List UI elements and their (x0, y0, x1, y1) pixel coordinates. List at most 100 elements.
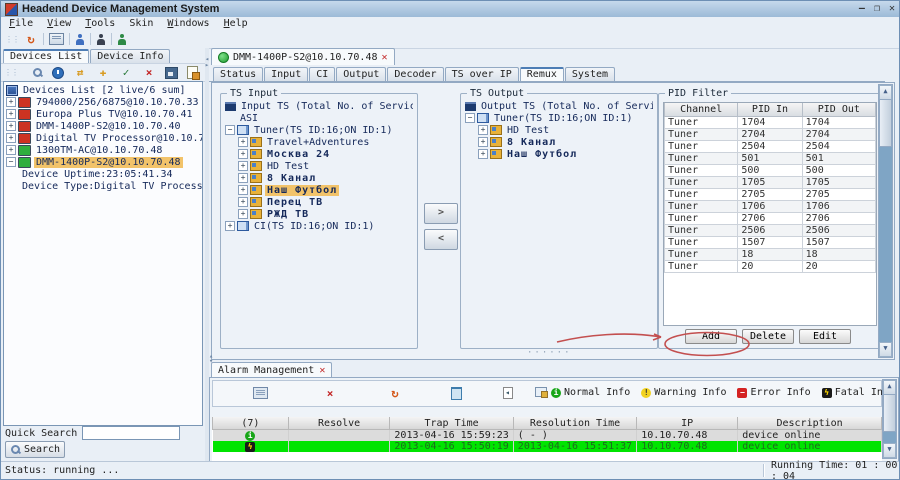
details-icon[interactable] (253, 387, 268, 399)
save-icon[interactable] (165, 67, 178, 79)
device-property[interactable]: Device Type:Digital TV Processor (6, 180, 202, 192)
table-row[interactable]: Tuner1818 (665, 249, 876, 261)
device-property[interactable]: Device Uptime:23:05:41.34 (6, 168, 202, 180)
tree-item[interactable]: Output TS (Total No. of Service:3) (465, 100, 653, 112)
minimize-button[interactable]: – (859, 2, 865, 16)
add-button[interactable]: Add (685, 329, 737, 344)
export-report-icon[interactable] (535, 387, 547, 397)
expander-icon[interactable]: + (478, 125, 488, 135)
tree-item[interactable]: +Перец ТВ (225, 196, 413, 208)
tree-item[interactable]: +8 Канал (225, 172, 413, 184)
scroll-up-icon[interactable]: ▲ (883, 380, 896, 395)
menu-help[interactable]: Help (224, 18, 248, 29)
expander-icon[interactable]: + (6, 133, 16, 143)
clock-icon[interactable] (52, 67, 64, 79)
tree-item[interactable]: +HD Test (465, 124, 653, 136)
alarm-scrollbar[interactable]: ▲ ▼ (882, 379, 897, 459)
sync-icon[interactable]: ⇄ (73, 66, 87, 79)
search-icon[interactable] (32, 67, 43, 78)
expander-icon[interactable]: − (465, 113, 475, 123)
tree-item[interactable]: +Наш Футбол (225, 184, 413, 196)
alarm-management-tab[interactable]: Alarm Management ✕ (211, 362, 332, 378)
device-node[interactable]: +Digital TV Processor@10.10.70.48 (6, 132, 202, 144)
tab-close-icon[interactable]: ✕ (319, 365, 325, 376)
tree-item[interactable]: Input TS (Total No. of Service:14) (225, 100, 413, 112)
expander-icon[interactable]: + (238, 209, 248, 219)
table-row[interactable]: Tuner27062706 (665, 213, 876, 225)
expander-icon[interactable]: + (225, 221, 235, 231)
tab-decoder[interactable]: Decoder (387, 67, 443, 81)
tab-remux[interactable]: Remux (520, 67, 564, 81)
document-tab[interactable]: DMM-1400P-S2@10.10.70.48 ✕ (211, 48, 395, 65)
table-row[interactable]: Tuner15071507 (665, 237, 876, 249)
tree-item[interactable]: +CI(TS ID:16;ON ID:1) (225, 220, 413, 232)
expander-icon[interactable]: + (6, 145, 16, 155)
table-row[interactable]: Tuner17041704 (665, 117, 876, 129)
user-search-icon[interactable] (117, 34, 127, 45)
user-dark-icon[interactable] (96, 34, 106, 45)
apply-icon[interactable]: ✓ (119, 66, 133, 79)
tree-item[interactable]: +Москва 24 (225, 148, 413, 160)
close-button[interactable]: ✕ (889, 2, 895, 16)
user-blue-icon[interactable] (75, 34, 85, 45)
tree-item[interactable]: ASI (225, 112, 413, 124)
table-row[interactable]: Tuner17051705 (665, 177, 876, 189)
maximize-button[interactable]: ❐ (874, 2, 880, 16)
tab-ci[interactable]: CI (309, 67, 335, 81)
table-row[interactable]: Tuner27042704 (665, 129, 876, 141)
alarm-row[interactable]: ϟ2013-04-16 15:50:192013-04-16 15:51:371… (213, 441, 882, 452)
tab-devices-list[interactable]: Devices List (3, 49, 89, 63)
export-file-icon[interactable] (503, 387, 513, 399)
tree-item[interactable]: +Travel+Adventures (225, 136, 413, 148)
table-row[interactable]: Tuner500500 (665, 165, 876, 177)
toolbar-grip[interactable]: ⋮⋮ (4, 68, 18, 77)
delete-icon[interactable]: × (323, 387, 337, 400)
menu-skin[interactable]: Skin (129, 18, 153, 29)
tree-item[interactable]: +HD Test (225, 160, 413, 172)
table-row[interactable]: Tuner25042504 (665, 141, 876, 153)
tree-item[interactable]: −Tuner(TS ID:16;ON ID:1) (225, 124, 413, 136)
table-row[interactable]: Tuner17061706 (665, 201, 876, 213)
menu-view[interactable]: View (47, 18, 71, 29)
refresh-icon[interactable]: ↻ (24, 33, 38, 46)
menu-file[interactable]: File (9, 18, 33, 29)
tree-item[interactable]: −Tuner(TS ID:16;ON ID:1) (465, 112, 653, 124)
device-node[interactable]: +DMM-1400P-S2@10.10.70.40 (6, 120, 202, 132)
tree-item[interactable]: +8 Канал (465, 136, 653, 148)
tab-device-info[interactable]: Device Info (90, 49, 170, 63)
alarm-row[interactable]: i2013-04-16 15:59:23( - )10.10.70.48devi… (213, 430, 882, 442)
remux-scrollbar[interactable]: ▲ ▼ (878, 84, 893, 358)
tab-input[interactable]: Input (264, 67, 308, 81)
expander-icon[interactable]: + (238, 137, 248, 147)
edit-button[interactable]: Edit (799, 329, 851, 344)
table-row[interactable]: Tuner501501 (665, 153, 876, 165)
move-to-output-button[interactable]: > (424, 203, 458, 224)
expander-icon[interactable]: + (238, 149, 248, 159)
tab-ts-over-ip[interactable]: TS over IP (445, 67, 519, 81)
scroll-down-icon[interactable]: ▼ (879, 342, 892, 357)
table-row[interactable]: Tuner25062506 (665, 225, 876, 237)
expander-icon[interactable]: + (238, 197, 248, 207)
device-panel-icon[interactable] (49, 33, 64, 45)
tree-item[interactable]: +РЖД ТВ (225, 208, 413, 220)
device-node[interactable]: −DMM-1400P-S2@10.10.70.48 (6, 156, 202, 168)
expander-icon[interactable]: + (6, 109, 16, 119)
expander-icon[interactable]: − (6, 157, 16, 167)
expander-icon[interactable]: + (6, 121, 16, 131)
expander-icon[interactable]: + (238, 173, 248, 183)
device-node[interactable]: +794000/256/6875@10.10.70.33 (6, 96, 202, 108)
horizontal-splitter[interactable]: ······ (527, 348, 572, 358)
tab-close-icon[interactable]: ✕ (382, 52, 388, 63)
scrollbar-thumb[interactable] (879, 99, 892, 147)
tree-root[interactable]: Devices List [2 live/6 sum] (6, 84, 202, 96)
expander-icon[interactable]: + (238, 185, 248, 195)
expander-icon[interactable]: − (225, 125, 235, 135)
search-button[interactable]: Search (5, 441, 65, 458)
refresh-icon[interactable]: ↻ (388, 387, 402, 400)
tree-item[interactable]: +Наш Футбол (465, 148, 653, 160)
scroll-down-icon[interactable]: ▼ (883, 443, 896, 458)
expander-icon[interactable]: + (238, 161, 248, 171)
report-icon[interactable] (187, 66, 198, 79)
delete-icon[interactable]: × (142, 66, 156, 79)
table-row[interactable]: Tuner27052705 (665, 189, 876, 201)
